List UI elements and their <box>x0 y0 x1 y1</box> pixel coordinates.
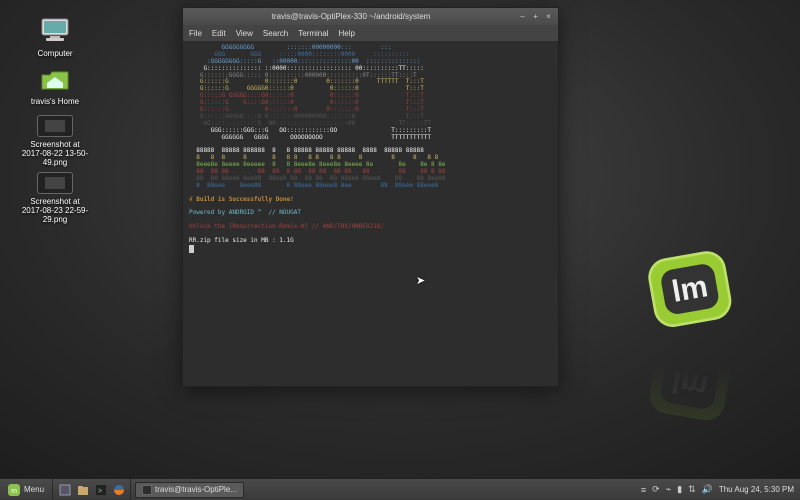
files-icon[interactable] <box>75 482 90 497</box>
terminal-output[interactable]: GGGGGGGGG :::::::00000000::: ::: GGG GGG… <box>183 41 558 386</box>
image-thumb-icon <box>37 115 73 137</box>
quick-launch: > <box>53 479 131 500</box>
linux-mint-logo: lm <box>645 245 735 335</box>
taskbar-item-terminal[interactable]: travis@travis-OptiPle... <box>135 482 244 498</box>
terminal-cursor <box>189 245 194 253</box>
desktop-icon-computer[interactable]: Computer <box>20 14 90 58</box>
desktop-icon-label: Computer <box>20 49 90 58</box>
computer-icon <box>39 14 71 46</box>
battery-icon[interactable]: ▮ <box>677 484 682 495</box>
terminal-launcher-icon[interactable]: > <box>93 482 108 497</box>
start-menu-button[interactable]: m Menu <box>0 479 53 500</box>
home-folder-icon <box>39 62 71 94</box>
ascii-line: GGGGGG GGGG OOOOOOOOO TTTTTTTTTTT <box>189 134 435 141</box>
svg-text:lm: lm <box>669 269 710 309</box>
svg-text:lm: lm <box>669 364 710 404</box>
taskbar-item-label: travis@travis-OptiPle... <box>155 485 237 494</box>
svg-text:m: m <box>11 488 17 495</box>
file-size-line: RR.zip file size in MB : 1.1G <box>189 237 294 244</box>
build-success-line: √ Build is Successfully Done! <box>189 196 294 203</box>
svg-text:>: > <box>98 488 102 495</box>
ascii-line: 8 88eee 8eee88 8 88eee 88eee8 8ee 88 88e… <box>189 182 438 189</box>
system-tray: ≡ ⟳ ⌁ ▮ ⇅ 🔊 <box>635 479 719 500</box>
mint-menu-icon: m <box>8 484 20 496</box>
firefox-icon[interactable] <box>111 482 126 497</box>
desktop-icon-label: Screenshot at 2017-08-22 13-50-49.png <box>20 140 90 168</box>
start-menu-label: Menu <box>24 485 44 494</box>
menu-help[interactable]: Help <box>338 29 354 38</box>
window-menubar: File Edit View Search Terminal Help <box>183 25 558 41</box>
update-icon[interactable]: ⟳ <box>652 484 660 495</box>
desktop-icon-home[interactable]: travis's Home <box>20 62 90 106</box>
maximize-button[interactable]: + <box>530 11 541 22</box>
menu-terminal[interactable]: Terminal <box>298 29 328 38</box>
desktop-icon-screenshot-2[interactable]: Screenshot at 2017-08-23 22-59-29.png <box>20 172 90 225</box>
linux-mint-logo-reflection: lm <box>645 338 735 428</box>
terminal-task-icon <box>142 485 152 495</box>
menu-view[interactable]: View <box>236 29 253 38</box>
network-icon[interactable]: ⇅ <box>688 484 696 495</box>
desktop-icon-label: Screenshot at 2017-08-23 22-59-29.png <box>20 197 90 225</box>
powered-by-line: Powered by ANDROID ™ // NOUGAT <box>189 209 301 216</box>
unlock-line: Unlock the [Resurrection-Remix-N] // AND… <box>189 223 384 230</box>
image-thumb-icon <box>37 172 73 194</box>
minimize-button[interactable]: – <box>517 11 528 22</box>
desktop-icon-screenshot-1[interactable]: Screenshot at 2017-08-22 13-50-49.png <box>20 115 90 168</box>
menu-icon[interactable]: ≡ <box>641 485 646 495</box>
window-title: travis@travis-OptiPlex-330 ~/android/sys… <box>187 12 515 21</box>
taskbar: m Menu > travis@travis-OptiPle... ≡ ⟳ ⌁ … <box>0 478 800 500</box>
menu-edit[interactable]: Edit <box>212 29 226 38</box>
show-desktop-icon[interactable] <box>57 482 72 497</box>
window-titlebar[interactable]: travis@travis-OptiPlex-330 ~/android/sys… <box>183 8 558 25</box>
taskbar-clock[interactable]: Thu Aug 24, 5:30 PM <box>719 485 800 494</box>
menu-file[interactable]: File <box>189 29 202 38</box>
close-button[interactable]: × <box>543 11 554 22</box>
menu-search[interactable]: Search <box>263 29 288 38</box>
desktop-icon-label: travis's Home <box>20 97 90 106</box>
terminal-window[interactable]: travis@travis-OptiPlex-330 ~/android/sys… <box>182 7 559 387</box>
volume-icon[interactable]: 🔊 <box>702 484 713 495</box>
wifi-icon[interactable]: ⌁ <box>666 484 671 495</box>
